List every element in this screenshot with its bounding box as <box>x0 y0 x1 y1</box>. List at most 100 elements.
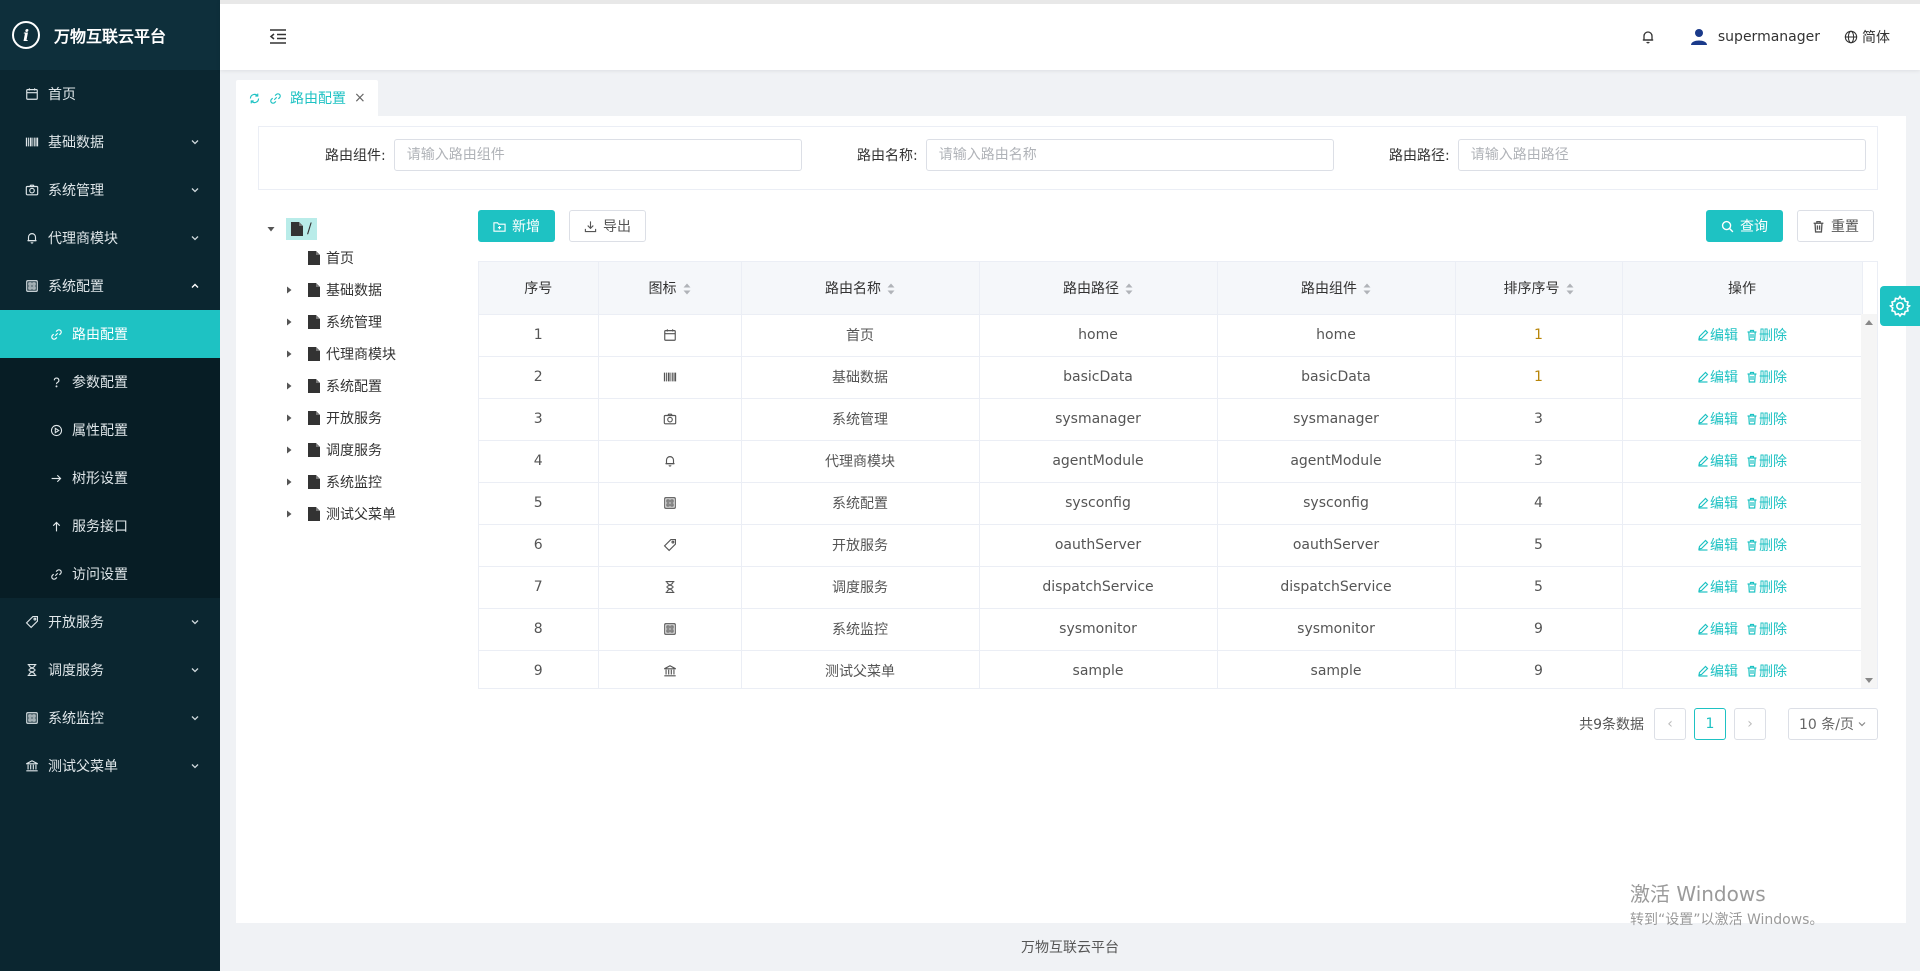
delete-icon <box>1747 371 1757 383</box>
tree-node[interactable]: 开放服务 <box>266 402 466 434</box>
cell-route-component: sysmonitor <box>1217 608 1456 651</box>
col-header-icon[interactable]: 图标 <box>598 262 742 315</box>
delete-button[interactable]: 删除 <box>1746 451 1787 471</box>
route-name-input[interactable] <box>925 139 1334 171</box>
tree-node[interactable]: 代理商模块 <box>266 338 466 370</box>
edit-button[interactable]: 编辑 <box>1697 451 1738 471</box>
cell-route-path: oauthServer <box>979 524 1218 567</box>
delete-button[interactable]: 删除 <box>1746 493 1787 513</box>
sidebar-subitem[interactable]: 访问设置 <box>0 550 220 598</box>
delete-button[interactable]: 删除 <box>1746 619 1787 639</box>
sidebar-item[interactable]: 系统监控 <box>0 694 220 742</box>
notification-bell-icon[interactable] <box>1640 29 1656 45</box>
sort-icon[interactable] <box>1363 283 1371 295</box>
sidebar-subitem[interactable]: 参数配置 <box>0 358 220 406</box>
tree-node[interactable]: 基础数据 <box>266 274 466 306</box>
tree-node[interactable]: 系统管理 <box>266 306 466 338</box>
document-icon <box>308 283 320 297</box>
edit-button[interactable]: 编辑 <box>1697 409 1738 429</box>
tree-node[interactable]: 测试父菜单 <box>266 498 466 530</box>
edit-button[interactable]: 编辑 <box>1697 661 1738 681</box>
sidebar-item[interactable]: 测试父菜单 <box>0 742 220 790</box>
theme-settings-button[interactable] <box>1880 286 1920 326</box>
sidebar-item[interactable]: 基础数据 <box>0 118 220 166</box>
search-component-label: 路由组件: <box>325 148 386 164</box>
caret-right-icon[interactable] <box>284 317 294 327</box>
tree-node[interactable]: 调度服务 <box>266 434 466 466</box>
col-header-path[interactable]: 路由路径 <box>979 262 1218 315</box>
sidebar-subitem[interactable]: 路由配置 <box>0 310 220 358</box>
add-button[interactable]: 新增 <box>478 210 555 242</box>
sort-icon[interactable] <box>1566 283 1574 295</box>
prev-page-button[interactable]: ‹ <box>1654 708 1686 740</box>
delete-button[interactable]: 删除 <box>1746 325 1787 345</box>
sort-icon[interactable] <box>683 283 691 295</box>
caret-right-icon[interactable] <box>284 285 294 295</box>
close-tab-icon[interactable]: × <box>354 90 366 106</box>
cell-index: 3 <box>479 398 599 441</box>
collapse-sidebar-icon[interactable] <box>268 26 288 46</box>
route-component-input[interactable] <box>393 139 802 171</box>
cell-actions: 编辑 删除 <box>1622 650 1863 688</box>
edit-button[interactable]: 编辑 <box>1697 325 1738 345</box>
delete-button[interactable]: 删除 <box>1746 661 1787 681</box>
tab-route-config[interactable]: 路由配置 × <box>236 80 378 116</box>
caret-right-icon[interactable] <box>284 413 294 423</box>
next-page-button[interactable]: › <box>1734 708 1766 740</box>
col-header-sort[interactable]: 排序序号 <box>1455 262 1623 315</box>
caret-right-icon[interactable] <box>284 445 294 455</box>
edit-button[interactable]: 编辑 <box>1697 619 1738 639</box>
scroll-down-icon[interactable] <box>1865 678 1873 683</box>
delete-button[interactable]: 删除 <box>1746 535 1787 555</box>
language-switcher[interactable]: 简体 <box>1844 27 1890 47</box>
col-header-index: 序号 <box>479 262 599 315</box>
caret-down-icon[interactable] <box>266 224 276 234</box>
sidebar-subitem-icon-wrap <box>48 470 64 486</box>
tree-node-label: 基础数据 <box>326 283 382 299</box>
sort-icon[interactable] <box>1125 283 1133 295</box>
sidebar-item[interactable]: 首页 <box>0 70 220 118</box>
caret-right-icon[interactable] <box>284 509 294 519</box>
query-button[interactable]: 查询 <box>1706 210 1783 242</box>
edit-button[interactable]: 编辑 <box>1697 367 1738 387</box>
tree-node[interactable]: 系统配置 <box>266 370 466 402</box>
sidebar-subitem[interactable]: 服务接口 <box>0 502 220 550</box>
tree-node[interactable]: 首页 <box>266 242 466 274</box>
refresh-icon[interactable] <box>248 92 261 105</box>
delete-button[interactable]: 删除 <box>1746 409 1787 429</box>
sort-icon[interactable] <box>887 283 895 295</box>
app-logo[interactable]: i 万物互联云平台 <box>0 0 220 70</box>
table-scrollbar[interactable] <box>1861 314 1877 688</box>
delete-button[interactable]: 删除 <box>1746 367 1787 387</box>
sidebar-item[interactable]: 开放服务 <box>0 598 220 646</box>
col-header-component[interactable]: 路由组件 <box>1217 262 1456 315</box>
delete-button[interactable]: 删除 <box>1746 577 1787 597</box>
scroll-up-icon[interactable] <box>1865 320 1873 325</box>
col-header-label: 路由名称 <box>825 280 881 297</box>
sidebar-item[interactable]: 系统管理 <box>0 166 220 214</box>
col-header-name[interactable]: 路由名称 <box>741 262 980 315</box>
sidebar-subitem[interactable]: 树形设置 <box>0 454 220 502</box>
user-menu[interactable]: supermanager <box>1690 28 1820 46</box>
reset-button[interactable]: 重置 <box>1797 210 1874 242</box>
caret-right-icon[interactable] <box>284 349 294 359</box>
page-number[interactable]: 1 <box>1694 708 1726 740</box>
tree-node[interactable]: 系统监控 <box>266 466 466 498</box>
edit-button[interactable]: 编辑 <box>1697 493 1738 513</box>
route-path-input[interactable] <box>1457 139 1866 171</box>
export-button[interactable]: 导出 <box>569 210 646 242</box>
sidebar-item[interactable]: 调度服务 <box>0 646 220 694</box>
chevron-down-icon <box>191 236 199 241</box>
sidebar-subitem[interactable]: 属性配置 <box>0 406 220 454</box>
caret-right-icon[interactable] <box>284 477 294 487</box>
edit-button[interactable]: 编辑 <box>1697 535 1738 555</box>
cell-index: 1 <box>479 314 599 357</box>
page-size-select[interactable]: 10 条/页 <box>1788 708 1878 740</box>
tree-root-node[interactable]: / <box>266 216 466 242</box>
sidebar-item[interactable]: 代理商模块 <box>0 214 220 262</box>
caret-right-icon[interactable] <box>284 381 294 391</box>
sidebar-item[interactable]: 系统配置 <box>0 262 220 310</box>
grid-icon <box>26 712 38 724</box>
delete-icon <box>1747 455 1757 467</box>
edit-button[interactable]: 编辑 <box>1697 577 1738 597</box>
